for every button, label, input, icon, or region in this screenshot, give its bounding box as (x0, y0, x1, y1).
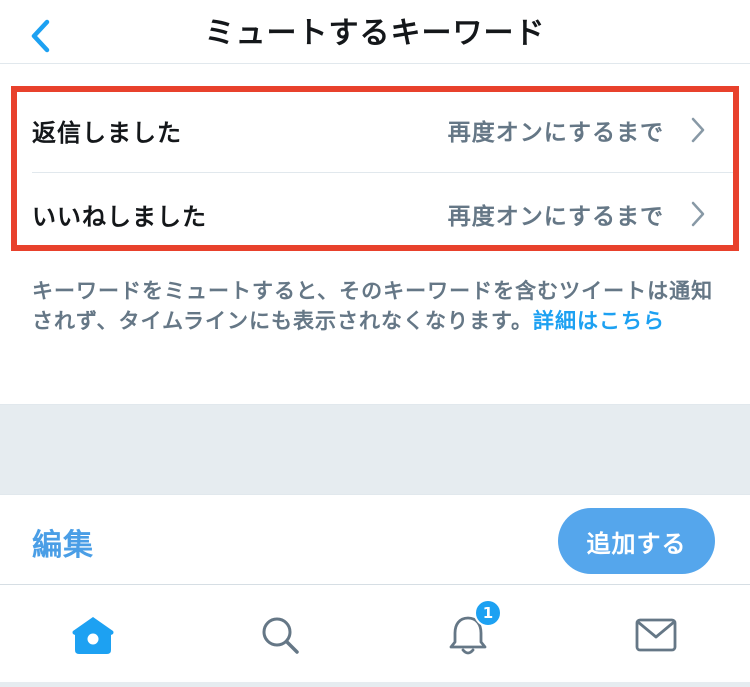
nav-header: ミュートするキーワード (0, 0, 750, 64)
search-icon (262, 617, 299, 654)
section-separator (0, 404, 750, 495)
tab-search[interactable] (240, 585, 320, 685)
tab-messages[interactable] (616, 585, 696, 685)
home-icon (72, 617, 114, 654)
keyword-label: 返信しました (32, 118, 182, 147)
muted-keyword-row[interactable]: いいねしました 再度オンにするまで (0, 172, 750, 256)
edit-button[interactable]: 編集 (32, 520, 94, 564)
add-keyword-button[interactable]: 追加する (558, 508, 715, 574)
bottom-edge (0, 682, 750, 687)
tab-home[interactable] (53, 585, 133, 685)
bottom-tab-bar: 1 (0, 584, 750, 687)
learn-more-link[interactable]: 詳細はこちら (533, 309, 665, 333)
notification-badge: 1 (474, 599, 502, 627)
keyword-duration: 再度オンにするまで (447, 120, 664, 146)
mute-description: キーワードをミュートすると、そのキーワードを含むツイートは通知されず、タイムライ… (32, 276, 722, 336)
keyword-duration: 再度オンにするまで (447, 204, 664, 230)
muted-keyword-list: 返信しました 再度オンにするまで いいねしました 再度オンにするまで (0, 88, 750, 256)
chevron-right-icon (690, 116, 706, 144)
muted-keywords-screen: ミュートするキーワード 返信しました 再度オンにするまで いいねしました 再度オ… (0, 0, 750, 687)
tab-notifications[interactable]: 1 (428, 585, 508, 685)
chevron-right-icon (690, 200, 706, 228)
muted-keyword-row[interactable]: 返信しました 再度オンにするまで (0, 88, 750, 172)
page-title: ミュートするキーワード (204, 16, 546, 51)
envelope-icon (635, 618, 677, 652)
keyword-label: いいねしました (32, 202, 207, 231)
